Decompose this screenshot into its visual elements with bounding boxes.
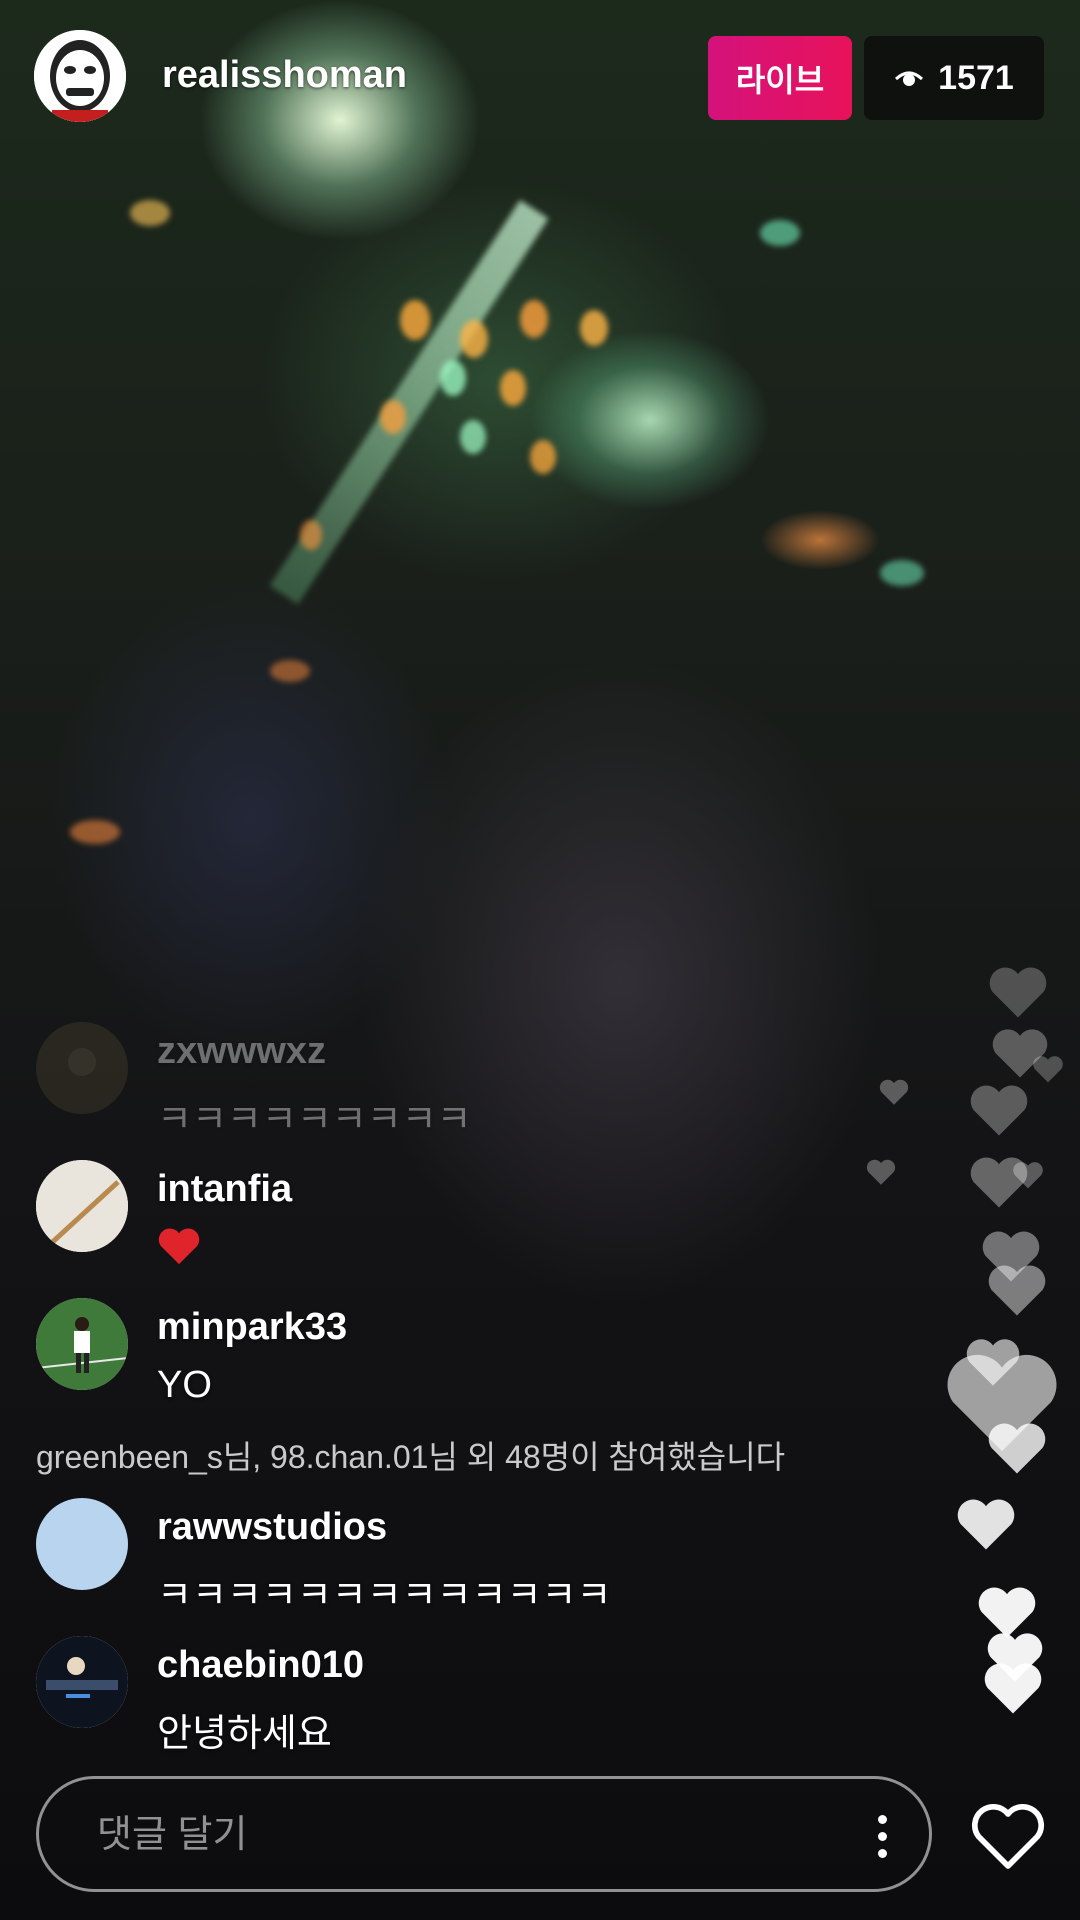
heart-outline-icon — [972, 1803, 1044, 1869]
comment-username[interactable]: minpark33 — [157, 1306, 347, 1349]
floating-heart-icon — [989, 967, 1047, 1018]
floating-heart-icon — [970, 1085, 1028, 1136]
floating-heart-icon — [988, 1265, 1046, 1316]
comment-item: minpark33 YO — [36, 1286, 866, 1424]
comment-item: intanfia — [36, 1148, 866, 1286]
eye-icon — [894, 59, 924, 98]
comment-username[interactable]: zxwwwxz — [157, 1030, 326, 1073]
comment-avatar[interactable] — [36, 1636, 128, 1728]
comment-avatar[interactable] — [36, 1160, 128, 1252]
live-label: 라이브 — [735, 62, 825, 98]
live-badge: 라이브 — [708, 36, 852, 120]
comment-item: chaebin010 안녕하세요 — [36, 1624, 866, 1762]
floating-heart-icon — [992, 1029, 1048, 1078]
comment-text — [157, 1226, 201, 1276]
comment-feed: zxwwwxz ㅋㅋㅋㅋㅋㅋㅋㅋㅋ intanfia minpark33 YO … — [36, 1010, 866, 1762]
floating-heart-icon — [978, 1587, 1036, 1638]
viewer-count-badge[interactable]: 1571 — [864, 36, 1044, 120]
floating-heart-icon — [1033, 1056, 1063, 1083]
more-options-button[interactable] — [867, 1805, 897, 1867]
more-vertical-icon — [877, 1814, 887, 1824]
comment-text: ㅋㅋㅋㅋㅋㅋㅋㅋㅋ — [157, 1099, 472, 1141]
floating-heart-icon — [970, 1157, 1028, 1208]
floating-heart-icon — [988, 1423, 1046, 1474]
more-vertical-icon — [877, 1831, 887, 1841]
floating-heart-icon — [866, 1159, 896, 1185]
comment-input[interactable] — [95, 1803, 799, 1867]
comment-text: 안녕하세요 — [157, 1713, 332, 1755]
floating-heart-icon — [879, 1079, 909, 1105]
floating-heart-icon — [957, 1499, 1015, 1550]
host-username[interactable]: realisshoman — [162, 54, 407, 97]
comment-item: rawwstudios ㅋㅋㅋㅋㅋㅋㅋㅋㅋㅋㅋㅋㅋ — [36, 1486, 866, 1624]
comment-username[interactable]: chaebin010 — [157, 1644, 364, 1687]
floating-heart-icon — [987, 1633, 1043, 1682]
comment-input-box[interactable] — [36, 1776, 932, 1892]
comment-username[interactable]: rawwstudios — [157, 1506, 387, 1549]
host-avatar[interactable] — [34, 30, 126, 122]
comment-text: ㅋㅋㅋㅋㅋㅋㅋㅋㅋㅋㅋㅋㅋ — [157, 1575, 612, 1617]
comment-username[interactable]: intanfia — [157, 1168, 292, 1211]
comment-text: YO — [157, 1364, 212, 1406]
reaction-heart-icon — [157, 1228, 201, 1275]
comment-avatar[interactable] — [36, 1022, 128, 1114]
live-header: realisshoman 라이브 1571 — [34, 30, 1046, 122]
floating-heart-icon — [966, 1339, 1020, 1386]
viewer-count: 1571 — [938, 58, 1014, 97]
floating-heart-icon — [982, 1231, 1040, 1282]
more-vertical-icon — [877, 1848, 887, 1858]
comment-item: zxwwwxz ㅋㅋㅋㅋㅋㅋㅋㅋㅋ — [36, 1010, 866, 1148]
floating-heart-icon — [1013, 1162, 1043, 1189]
joined-notice: greenbeen_s님, 98.chan.01님 외 48명이 참여했습니다 — [36, 1439, 786, 1475]
floating-heart-icon — [947, 1354, 1057, 1452]
comment-avatar[interactable] — [36, 1298, 128, 1390]
floating-heart-icon — [984, 1663, 1042, 1714]
like-button[interactable] — [968, 1796, 1048, 1876]
comment-avatar[interactable] — [36, 1498, 128, 1590]
